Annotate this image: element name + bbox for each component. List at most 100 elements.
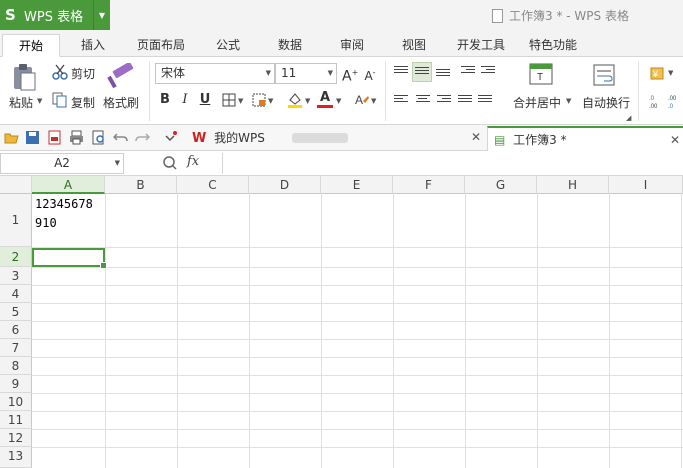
- export-pdf-icon[interactable]: [47, 130, 62, 145]
- doc-tab-blurred[interactable]: [292, 126, 356, 151]
- select-all-corner[interactable]: [0, 176, 32, 194]
- doc-tab-mywps[interactable]: W 我的WPS: [188, 126, 286, 151]
- chevron-down-icon[interactable]: ▼: [115, 154, 120, 173]
- justify-icon[interactable]: [458, 95, 472, 107]
- increase-decimal-icon[interactable]: .0 .00: [649, 93, 665, 109]
- tab-developer[interactable]: 开发工具: [452, 34, 510, 57]
- selected-cell-a2[interactable]: [32, 248, 107, 269]
- fill-color-icon[interactable]: [287, 91, 303, 109]
- clear-format-icon[interactable]: A: [354, 92, 370, 108]
- paste-icon[interactable]: [11, 63, 37, 91]
- paste-dropdown-icon[interactable]: ▼: [37, 97, 42, 105]
- font-color-dropdown-icon[interactable]: ▼: [336, 97, 341, 105]
- alignment-settings-icon[interactable]: ◢: [626, 114, 631, 122]
- decrease-indent-icon[interactable]: [461, 66, 475, 78]
- row-header[interactable]: 9: [0, 375, 32, 393]
- save-icon[interactable]: [25, 130, 40, 145]
- cut-label[interactable]: 剪切: [71, 65, 95, 82]
- undo-icon[interactable]: [113, 130, 128, 145]
- tab-formulas[interactable]: 公式: [206, 34, 250, 57]
- merge-center-dropdown-icon[interactable]: ▼: [566, 97, 571, 105]
- column-header[interactable]: G: [465, 176, 537, 194]
- wrap-text-label[interactable]: 自动换行: [582, 94, 630, 111]
- number-format-dropdown-icon[interactable]: ▼: [668, 69, 673, 77]
- distributed-align-icon[interactable]: [478, 95, 492, 107]
- column-header[interactable]: A: [32, 176, 105, 194]
- name-box[interactable]: A2 ▼: [0, 153, 124, 174]
- print-icon[interactable]: [69, 130, 84, 145]
- row-header[interactable]: 6: [0, 321, 32, 339]
- wrap-text-icon[interactable]: [593, 64, 615, 86]
- align-top-icon[interactable]: [394, 66, 408, 78]
- borders-icon[interactable]: [222, 93, 236, 107]
- close-icon[interactable]: ✕: [670, 128, 680, 152]
- font-size-select[interactable]: 11 ▼: [275, 63, 337, 84]
- underline-button[interactable]: U: [197, 92, 213, 108]
- align-right-icon[interactable]: [437, 95, 451, 107]
- tab-insert[interactable]: 插入: [70, 34, 116, 57]
- row-header[interactable]: 1: [0, 194, 32, 247]
- align-middle-icon[interactable]: [412, 62, 432, 82]
- column-header[interactable]: F: [393, 176, 465, 194]
- column-header[interactable]: B: [105, 176, 177, 194]
- close-icon[interactable]: ✕: [471, 130, 481, 144]
- column-header[interactable]: H: [537, 176, 609, 194]
- font-color-button[interactable]: A: [317, 90, 333, 108]
- row-header[interactable]: 11: [0, 411, 32, 429]
- cell-style-icon[interactable]: [252, 93, 266, 107]
- row-header[interactable]: 5: [0, 303, 32, 321]
- format-painter-label[interactable]: 格式刷: [103, 94, 139, 111]
- tab-view[interactable]: 视图: [392, 34, 436, 57]
- borders-dropdown-icon[interactable]: ▼: [238, 97, 243, 105]
- bold-button[interactable]: B: [157, 92, 173, 108]
- increase-indent-icon[interactable]: [481, 66, 495, 78]
- tab-data[interactable]: 数据: [268, 34, 312, 57]
- format-painter-icon[interactable]: [107, 63, 135, 89]
- paste-label[interactable]: 粘贴: [9, 94, 33, 111]
- copy-icon[interactable]: [52, 92, 68, 108]
- redo-icon[interactable]: [135, 130, 150, 145]
- number-format-icon[interactable]: ¥: [650, 65, 668, 81]
- app-menu-button[interactable]: S WPS 表格 ▼: [0, 0, 110, 30]
- cell-style-dropdown-icon[interactable]: ▼: [268, 97, 273, 105]
- formula-input[interactable]: [222, 153, 683, 174]
- decrease-decimal-icon[interactable]: .00 .0: [668, 93, 683, 109]
- row-header[interactable]: 2: [0, 247, 32, 267]
- tab-page-layout[interactable]: 页面布局: [128, 34, 194, 57]
- increase-font-size-icon[interactable]: A+: [342, 65, 358, 85]
- merge-center-icon[interactable]: T: [529, 63, 553, 85]
- align-center-icon[interactable]: [416, 95, 430, 107]
- open-folder-icon[interactable]: [4, 130, 19, 145]
- row-header[interactable]: 4: [0, 285, 32, 303]
- print-preview-icon[interactable]: [91, 130, 106, 145]
- column-header[interactable]: C: [177, 176, 249, 194]
- tab-special-features[interactable]: 特色功能: [524, 34, 582, 57]
- doc-tab-workbook3[interactable]: ▤ 工作簿3 * ✕: [487, 126, 683, 151]
- align-bottom-icon[interactable]: [436, 69, 450, 81]
- row-header[interactable]: 7: [0, 339, 32, 357]
- row-header[interactable]: 8: [0, 357, 32, 375]
- align-left-icon[interactable]: [394, 95, 408, 107]
- merge-center-label[interactable]: 合并居中: [513, 94, 561, 111]
- app-menu-dropdown-icon[interactable]: ▼: [93, 0, 110, 30]
- scissors-icon[interactable]: [52, 64, 68, 80]
- column-header[interactable]: I: [609, 176, 683, 194]
- row-header[interactable]: 3: [0, 267, 32, 285]
- zoom-search-icon[interactable]: [162, 155, 178, 171]
- cell-a1[interactable]: 12345678 910: [35, 195, 93, 233]
- column-header[interactable]: E: [321, 176, 393, 194]
- fill-color-dropdown-icon[interactable]: ▼: [305, 97, 310, 105]
- row-header[interactable]: 12: [0, 429, 32, 447]
- tab-review[interactable]: 审阅: [330, 34, 374, 57]
- insert-function-button[interactable]: fx: [187, 154, 199, 169]
- font-name-select[interactable]: 宋体 ▼: [155, 63, 275, 84]
- decrease-font-size-icon[interactable]: A-: [362, 65, 378, 83]
- customize-toolbar-icon[interactable]: [163, 130, 178, 145]
- clear-format-dropdown-icon[interactable]: ▼: [371, 97, 376, 105]
- tab-home[interactable]: 开始: [2, 34, 60, 57]
- column-header[interactable]: D: [249, 176, 321, 194]
- row-header[interactable]: 13: [0, 447, 32, 468]
- italic-button[interactable]: I: [177, 92, 193, 108]
- row-header[interactable]: 10: [0, 393, 32, 411]
- copy-label[interactable]: 复制: [71, 94, 95, 111]
